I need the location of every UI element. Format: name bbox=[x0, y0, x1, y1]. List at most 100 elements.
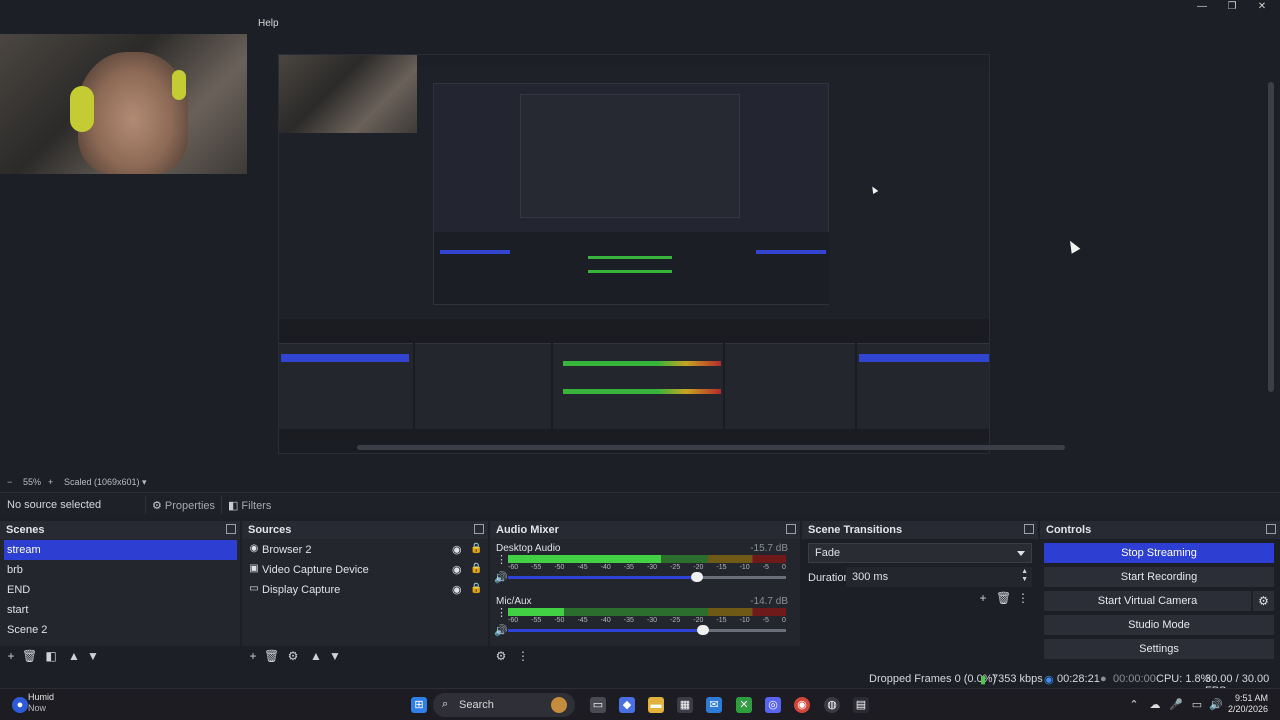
zoom-out-button[interactable]: − bbox=[7, 477, 12, 487]
move-up-icon[interactable]: ▲ bbox=[67, 649, 81, 663]
advanced-audio-icon[interactable]: ⚙ bbox=[494, 649, 508, 663]
duration-field[interactable]: 300 ms ▲ ▼ bbox=[846, 567, 1032, 587]
speaker-icon[interactable]: 🔊 bbox=[494, 624, 508, 637]
mixer-menu-icon[interactable]: ⋮ bbox=[516, 649, 530, 663]
source-properties-icon[interactable]: ⚙ bbox=[286, 649, 300, 663]
filters-button[interactable]: ◧ Filters bbox=[221, 496, 277, 514]
add-transition-icon[interactable]: + bbox=[976, 591, 990, 605]
add-source-icon[interactable]: + bbox=[246, 649, 260, 663]
stream-icon: ◉ bbox=[1044, 674, 1054, 686]
obs-icon[interactable]: ◍ bbox=[824, 697, 840, 713]
scale-tick: -50 bbox=[554, 564, 565, 571]
headphone-left bbox=[70, 86, 94, 132]
file-explorer-icon[interactable]: ▬ bbox=[648, 697, 664, 713]
move-down-icon[interactable]: ▼ bbox=[328, 649, 342, 663]
weather-icon[interactable]: ● bbox=[12, 697, 28, 713]
volume-slider[interactable] bbox=[508, 629, 786, 632]
dock-undock-icon[interactable] bbox=[474, 524, 484, 534]
menu-help[interactable]: Help bbox=[258, 18, 279, 29]
scene-item-brb[interactable]: brb bbox=[4, 560, 237, 580]
settings-button[interactable]: Settings bbox=[1044, 639, 1274, 659]
move-down-icon[interactable]: ▼ bbox=[86, 649, 100, 663]
preview-scrollbar-horizontal[interactable] bbox=[357, 445, 1065, 450]
channel-menu-icon[interactable]: ⋮ bbox=[496, 606, 507, 619]
dock-undock-icon[interactable] bbox=[786, 524, 796, 534]
weather-widget[interactable]: Humid Now bbox=[28, 692, 54, 714]
dock-undock-icon[interactable] bbox=[1266, 524, 1276, 534]
close-button[interactable]: ✕ bbox=[1247, 0, 1277, 14]
webcam-source bbox=[0, 34, 247, 174]
no-source-label: No source selected bbox=[7, 499, 102, 511]
chevron-up-icon[interactable]: ⌃ bbox=[1126, 697, 1142, 713]
virtual-camera-settings-button[interactable]: ⚙ bbox=[1253, 591, 1274, 611]
scene-item-start[interactable]: start bbox=[4, 600, 237, 620]
microphone-icon[interactable]: 🎤 bbox=[1168, 697, 1184, 713]
visibility-eye-icon[interactable]: ◉ bbox=[452, 543, 462, 556]
duration-label: Duration bbox=[808, 572, 850, 584]
volume-slider[interactable] bbox=[508, 576, 786, 579]
transition-select[interactable]: Fade bbox=[808, 543, 1032, 563]
source-item[interactable]: ▣ Video Capture Device ◉ 🔒 bbox=[246, 560, 484, 580]
duration-spinner-icon[interactable]: ▲ ▼ bbox=[1021, 568, 1028, 584]
stop-streaming-button[interactable]: Stop Streaming bbox=[1044, 543, 1274, 563]
remove-scene-icon[interactable]: 🗑 bbox=[22, 649, 37, 663]
volume-slider-handle[interactable] bbox=[691, 572, 704, 582]
maximize-button[interactable]: ❐ bbox=[1217, 0, 1247, 14]
remove-transition-icon[interactable]: 🗑 bbox=[996, 591, 1011, 605]
scene-item-stream[interactable]: stream bbox=[4, 540, 237, 560]
visibility-eye-icon[interactable]: ◉ bbox=[452, 563, 462, 576]
search-highlight-icon bbox=[551, 697, 567, 713]
minimize-button[interactable]: — bbox=[1187, 0, 1217, 14]
scale-tick: -10 bbox=[739, 564, 750, 571]
zoom-mode-label: Scaled (1069x601) bbox=[64, 477, 140, 487]
xbox-icon[interactable]: ✕ bbox=[736, 697, 752, 713]
start-recording-button[interactable]: Start Recording bbox=[1044, 567, 1274, 587]
taskbar-search[interactable]: ⌕ Search bbox=[433, 693, 575, 717]
scene-item-end[interactable]: END bbox=[4, 580, 237, 600]
mixer-channels: Desktop Audio -15.7 dB ⋮ -60 -55 -50 -45 -40… bbox=[490, 539, 800, 646]
lock-icon[interactable]: 🔒 bbox=[470, 563, 482, 574]
add-scene-icon[interactable]: + bbox=[4, 649, 18, 663]
studio-mode-button[interactable]: Studio Mode bbox=[1044, 615, 1274, 635]
nested-preview bbox=[433, 83, 830, 305]
scene-filters-icon[interactable]: ◧ bbox=[44, 649, 58, 663]
zoom-bar: − 55% + Scaled (1069x601) ▾ bbox=[0, 474, 1280, 490]
volume-slider-handle[interactable] bbox=[696, 625, 709, 635]
source-item[interactable]: ◉ Browser 2 ◉ 🔒 bbox=[246, 540, 484, 560]
zoom-mode-dropdown[interactable]: ▾ bbox=[142, 477, 147, 488]
scale-tick: -15 bbox=[716, 617, 727, 624]
remove-source-icon[interactable]: 🗑 bbox=[264, 649, 279, 663]
dock-undock-icon[interactable] bbox=[226, 524, 236, 534]
app-icon[interactable]: ▤ bbox=[853, 697, 869, 713]
transition-menu-icon[interactable]: ⋮ bbox=[1016, 591, 1030, 605]
store-icon[interactable]: ▦ bbox=[677, 697, 693, 713]
properties-button[interactable]: ⚙ Properties bbox=[145, 496, 221, 514]
windows-start-icon[interactable]: ⊞ bbox=[411, 697, 427, 713]
record-time: 00:00:00 bbox=[1113, 673, 1156, 685]
source-item[interactable]: ▭ Display Capture ◉ 🔒 bbox=[246, 580, 484, 600]
meter-level bbox=[508, 555, 661, 563]
network-icon[interactable]: ▭ bbox=[1189, 697, 1205, 713]
taskbar-clock[interactable]: 9:51 AM 2/20/2026 bbox=[1228, 693, 1268, 715]
start-virtual-camera-button[interactable]: Start Virtual Camera bbox=[1044, 591, 1251, 611]
cloud-icon[interactable]: ☁ bbox=[1147, 697, 1163, 713]
visibility-eye-icon[interactable]: ◉ bbox=[452, 583, 462, 596]
dock-undock-icon[interactable] bbox=[1024, 524, 1034, 534]
channel-menu-icon[interactable]: ⋮ bbox=[496, 553, 507, 566]
lock-icon[interactable]: 🔒 bbox=[470, 583, 482, 594]
scale-tick: -15 bbox=[716, 564, 727, 571]
mouse-cursor-icon bbox=[1065, 238, 1081, 254]
preview-scrollbar-vertical[interactable] bbox=[1268, 82, 1274, 392]
scene-item-scene-2[interactable]: Scene 2 bbox=[4, 620, 237, 640]
preview-canvas[interactable] bbox=[0, 34, 1280, 474]
discord-icon[interactable]: ◎ bbox=[765, 697, 781, 713]
lock-icon[interactable]: 🔒 bbox=[470, 543, 482, 554]
outlook-icon[interactable]: ✉ bbox=[706, 697, 722, 713]
chrome-icon[interactable]: ◉ bbox=[794, 697, 810, 713]
zoom-in-button[interactable]: + bbox=[48, 477, 53, 487]
volume-icon[interactable]: 🔊 bbox=[1208, 697, 1224, 713]
move-up-icon[interactable]: ▲ bbox=[309, 649, 323, 663]
copilot-icon[interactable]: ◆ bbox=[619, 697, 635, 713]
task-view-icon[interactable]: ▭ bbox=[590, 697, 606, 713]
speaker-icon[interactable]: 🔊 bbox=[494, 571, 508, 584]
